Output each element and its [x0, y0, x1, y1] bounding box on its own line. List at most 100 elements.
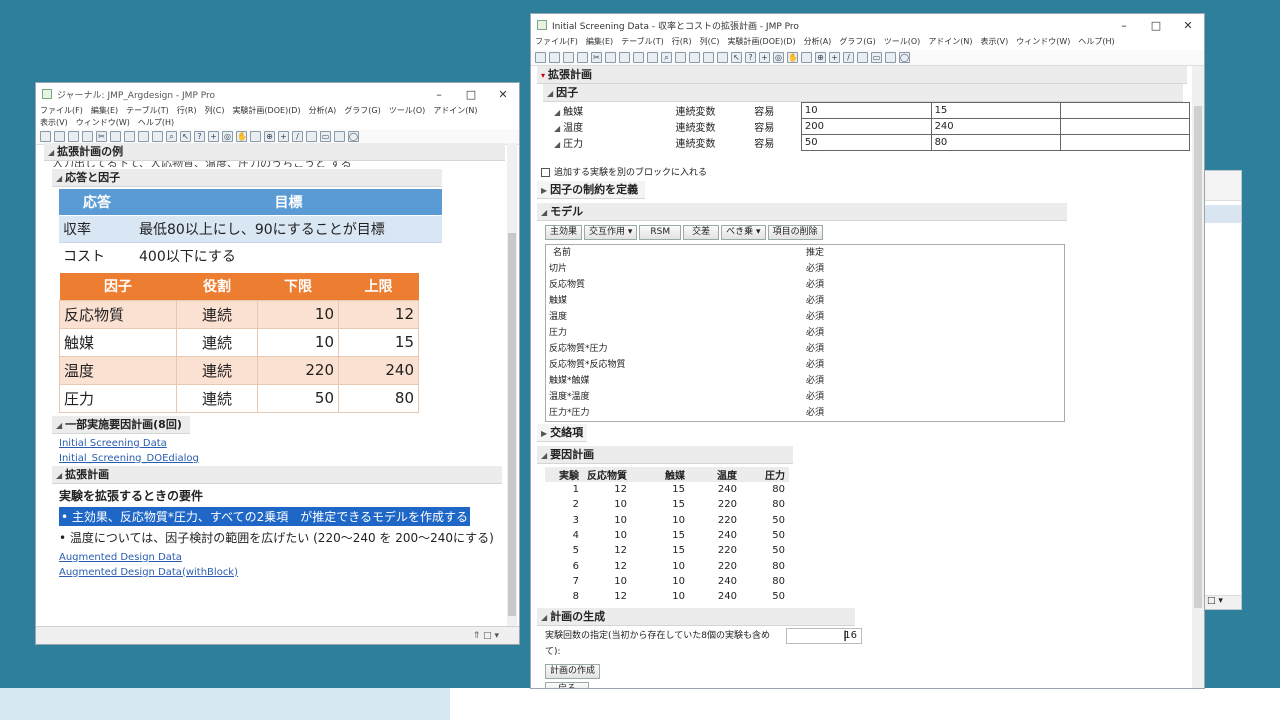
disclosure-icon[interactable]: ◢	[56, 467, 62, 485]
link-initial-screening-doedialog[interactable]: Initial_Screening_DOEdialog	[59, 453, 505, 464]
section-alias[interactable]: ▶ 交絡項	[537, 424, 587, 442]
section-response-factors[interactable]: ◢ 応答と因子	[52, 169, 442, 187]
rect-icon[interactable]: ▭	[871, 52, 882, 63]
lock-icon[interactable]	[647, 52, 658, 63]
disclosure-icon[interactable]: ◢	[541, 609, 547, 627]
menu-table[interactable]: テーブル(T)	[621, 36, 664, 50]
folder-icon[interactable]	[68, 131, 79, 142]
menu-help[interactable]: ヘルプ(H)	[138, 117, 174, 129]
section-generate[interactable]: ◢ 計画の生成	[537, 608, 855, 627]
link-augmented-design-data[interactable]: Augmented Design Data	[59, 552, 505, 563]
plus-icon[interactable]: +	[278, 131, 289, 142]
menu-doe[interactable]: 実験計画(DOE)(D)	[727, 36, 795, 50]
menu-edit[interactable]: 編集(E)	[91, 105, 118, 117]
menu-window[interactable]: ウィンドウ(W)	[1016, 36, 1070, 50]
help-icon[interactable]: ?	[194, 131, 205, 142]
annotate-icon[interactable]	[306, 131, 317, 142]
disclosure-icon[interactable]: ▶	[541, 182, 547, 200]
menu-graph[interactable]: グラフ(G)	[344, 105, 380, 117]
model-term-row[interactable]: 圧力 必須	[546, 325, 1064, 341]
remove-term-button[interactable]: 項目の削除	[767, 225, 823, 240]
cut-icon[interactable]: ✂	[96, 131, 107, 142]
checkbox[interactable]	[541, 168, 550, 177]
menu-tools[interactable]: ツール(O)	[389, 105, 426, 117]
cross-button[interactable]: 交差	[683, 225, 720, 240]
menu-rows[interactable]: 行(R)	[177, 105, 197, 117]
hand-icon[interactable]: ✋	[236, 131, 247, 142]
block-checkbox-row[interactable]: 追加する実験を別のブロックに入れる	[537, 165, 1190, 181]
section-augment-design[interactable]: ▾ 拡張計画	[537, 66, 1187, 84]
book-icon[interactable]	[689, 52, 700, 63]
ellipse-icon[interactable]: ◯	[899, 52, 910, 63]
factor-high-input[interactable]: 80	[930, 134, 1062, 151]
close-icon[interactable]: ✕	[1172, 19, 1204, 32]
section-example[interactable]: ◢ 拡張計画の例	[44, 143, 505, 161]
search-icon[interactable]: ⌕	[166, 131, 177, 142]
main-effects-button[interactable]: 主効果	[545, 225, 583, 240]
annotate-icon[interactable]	[857, 52, 868, 63]
open-icon[interactable]	[54, 131, 65, 142]
menu-view[interactable]: 表示(V)	[981, 36, 1009, 50]
disclosure-icon[interactable]: ▾	[541, 67, 545, 85]
powers-button[interactable]: べき乗 ▾	[721, 225, 766, 240]
maximize-icon[interactable]: □	[455, 88, 487, 101]
factor-extra-cell[interactable]	[1060, 118, 1190, 135]
factor-low-input[interactable]: 50	[800, 134, 932, 151]
paste-icon[interactable]	[124, 131, 135, 142]
scroll-thumb[interactable]	[1194, 106, 1202, 608]
hand-icon[interactable]: ✋	[787, 52, 798, 63]
link-initial-screening-data[interactable]: Initial Screening Data	[59, 438, 505, 449]
maximize-icon[interactable]: □	[1140, 19, 1172, 32]
menu-addin[interactable]: アドイン(N)	[928, 36, 972, 50]
paste-icon[interactable]	[619, 52, 630, 63]
model-term-row[interactable]: 触媒 必須	[546, 293, 1064, 309]
doe-window[interactable]: Initial Screening Data - 収率とコストの拡張計画 - J…	[530, 13, 1205, 689]
close-icon[interactable]: ✕	[487, 88, 519, 101]
copy-icon[interactable]	[605, 52, 616, 63]
menu-table[interactable]: テーブル(T)	[126, 105, 169, 117]
model-term-row[interactable]: 触媒*触媒 必須	[546, 373, 1064, 389]
back-button[interactable]: 戻る	[545, 682, 590, 688]
disclosure-icon[interactable]: ◢	[56, 417, 62, 435]
save-icon[interactable]	[82, 131, 93, 142]
factor-high-input[interactable]: 240	[930, 118, 1062, 135]
disclosure-icon[interactable]: ▶	[541, 425, 547, 443]
table-icon[interactable]	[675, 52, 686, 63]
target-icon[interactable]: ◎	[222, 131, 233, 142]
menu-edit[interactable]: 編集(E)	[586, 36, 613, 50]
model-term-row[interactable]: 反応物質*反応物質 必須	[546, 357, 1064, 373]
zoom-icon[interactable]: ⊕	[815, 52, 826, 63]
menu-rows[interactable]: 行(R)	[672, 36, 692, 50]
menu-view[interactable]: 表示(V)	[40, 117, 68, 129]
background-window[interactable]: □ ▾	[1200, 170, 1242, 610]
disclosure-icon[interactable]: ◢	[541, 204, 547, 222]
lasso-icon[interactable]	[801, 52, 812, 63]
search-icon[interactable]: ⌕	[661, 52, 672, 63]
menu-window[interactable]: ウィンドウ(W)	[76, 117, 130, 129]
menu-file[interactable]: ファイル(F)	[40, 105, 83, 117]
target-icon[interactable]: ◎	[773, 52, 784, 63]
doe-scrollbar[interactable]	[1192, 66, 1204, 688]
model-term-row[interactable]: 温度 必須	[546, 309, 1064, 325]
open-icon[interactable]	[549, 52, 560, 63]
disclosure-icon[interactable]: ◢	[48, 144, 54, 162]
rsm-button[interactable]: RSM	[639, 225, 682, 240]
factor-low-input[interactable]: 200	[800, 118, 932, 135]
factor-low-input[interactable]: 10	[800, 102, 932, 119]
ellipse-icon[interactable]: ◯	[348, 131, 359, 142]
folder-icon[interactable]	[563, 52, 574, 63]
menu-tools[interactable]: ツール(O)	[884, 36, 921, 50]
section-factors[interactable]: ◢ 因子	[543, 84, 1183, 102]
new-icon[interactable]	[40, 131, 51, 142]
crosshair-icon[interactable]: +	[208, 131, 219, 142]
factor-high-input[interactable]: 15	[930, 102, 1062, 119]
menu-cols[interactable]: 列(C)	[205, 105, 225, 117]
lock-icon[interactable]	[152, 131, 163, 142]
menu-help[interactable]: ヘルプ(H)	[1078, 36, 1114, 50]
disclosure-icon[interactable]: ◢	[547, 85, 553, 103]
make-design-button[interactable]: 計画の作成	[545, 664, 601, 680]
chart-icon[interactable]	[703, 52, 714, 63]
journal-scrollbar[interactable]	[507, 143, 517, 626]
line-icon[interactable]: /	[292, 131, 303, 142]
model-term-row[interactable]: 温度*温度 必須	[546, 389, 1064, 405]
